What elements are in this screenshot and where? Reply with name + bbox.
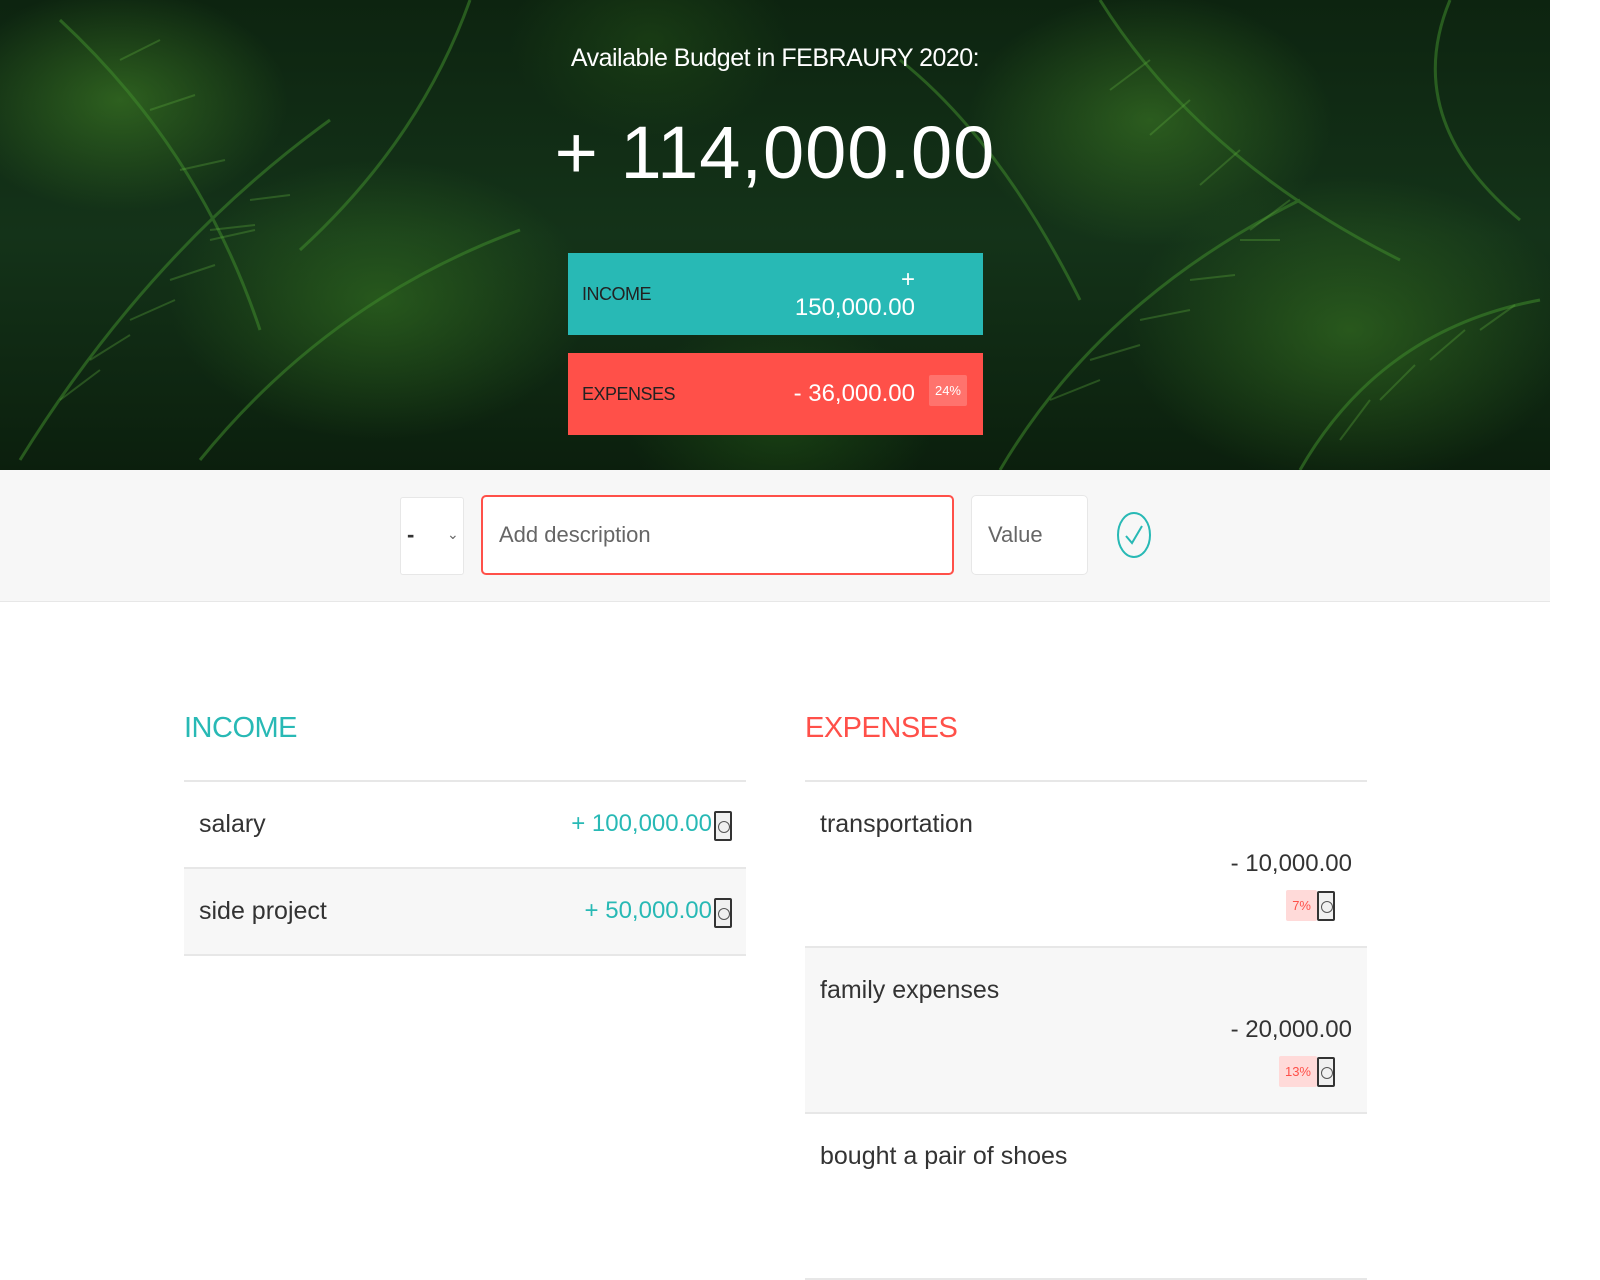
expenses-summary-label: EXPENSES — [582, 383, 676, 404]
expense-item: transportation - 10,000.00 7% — [805, 782, 1367, 948]
expenses-summary: EXPENSES - 36,000.00 24% — [568, 353, 983, 435]
submit-button[interactable] — [1115, 511, 1153, 559]
expense-item-description: transportation — [820, 810, 973, 838]
income-item: salary + 100,000.00 — [184, 782, 746, 869]
expenses-column: EXPENSES transportation - 10,000.00 7% f… — [805, 712, 1367, 1280]
delete-icon[interactable] — [714, 898, 732, 928]
budget-header: Available Budget in FEBRAURY 2020: + 114… — [0, 0, 1550, 470]
income-summary-value: + 150,000.00 — [794, 266, 915, 321]
delete-icon[interactable] — [1317, 1057, 1335, 1087]
value-input[interactable] — [971, 495, 1088, 575]
income-summary: INCOME + 150,000.00 — [568, 253, 983, 335]
delete-icon[interactable] — [714, 811, 732, 841]
delete-icon[interactable] — [1317, 891, 1335, 921]
income-column: INCOME salary + 100,000.00 side project … — [184, 712, 746, 956]
expense-item-percentage: 7% — [1286, 890, 1317, 921]
expense-item-description: family expenses — [820, 976, 1000, 1004]
expense-item-value: - 20,000.00 — [1230, 1016, 1352, 1043]
type-select[interactable]: - ⌄ — [400, 497, 464, 575]
expenses-title: EXPENSES — [805, 712, 958, 744]
type-select-value: - — [407, 522, 415, 547]
income-item-description: salary — [199, 810, 266, 838]
expense-item-percentage: 13% — [1278, 1056, 1317, 1087]
income-summary-label: INCOME — [582, 283, 652, 304]
expenses-percentage-badge: 24% — [928, 375, 967, 406]
income-item: side project + 50,000.00 — [184, 869, 746, 956]
expense-item-description: bought a pair of shoes — [820, 1142, 1068, 1170]
income-title: INCOME — [184, 712, 298, 744]
expense-item: family expenses - 20,000.00 13% — [805, 948, 1367, 1114]
budget-value: + 114,000.00 — [554, 111, 996, 194]
add-entry-bar: - ⌄ — [0, 470, 1550, 602]
description-input[interactable] — [481, 495, 954, 575]
expense-item: bought a pair of shoes — [805, 1114, 1367, 1280]
budget-title: Available Budget in FEBRAURY 2020: — [570, 44, 980, 72]
chevron-down-icon: ⌄ — [447, 526, 459, 542]
expense-item-value: - 10,000.00 — [1230, 850, 1352, 877]
income-item-value: + 50,000.00 — [584, 897, 712, 924]
income-item-value: + 100,000.00 — [571, 810, 712, 837]
income-item-description: side project — [199, 897, 327, 925]
expenses-list: transportation - 10,000.00 7% family exp… — [805, 780, 1367, 1280]
checkmark-circle-icon — [1117, 512, 1151, 558]
income-list: salary + 100,000.00 side project + 50,00… — [184, 780, 746, 956]
